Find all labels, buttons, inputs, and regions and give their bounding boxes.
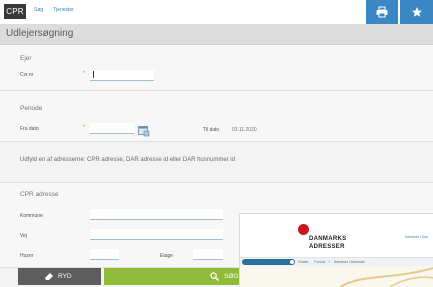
from-date-input[interactable] <box>90 123 134 134</box>
to-date-label: Til dato <box>203 127 220 133</box>
cvr-label: Cvr.nr <box>20 72 34 78</box>
top-bar: CPR Søg Tjenester <box>0 0 433 25</box>
breadcrumb-guider[interactable]: Guider <box>298 260 309 264</box>
favorite-button[interactable] <box>400 0 433 24</box>
eraser-icon <box>45 273 53 280</box>
breadcrumb-current: Adresser i Danmark <box>334 260 365 264</box>
period-section-title: Periode <box>20 105 43 112</box>
clear-button-label: RYD <box>58 273 72 280</box>
husnr-label: Husnr <box>20 253 34 259</box>
addresses-link[interactable]: Adresser i Dan <box>405 235 428 239</box>
nav-link-tjenester[interactable]: Tjenester <box>53 7 74 13</box>
cpr-logo[interactable]: CPR <box>4 4 26 19</box>
etage-label: Etage <box>160 253 174 259</box>
page-title-bar: Udlejersøgning <box>0 24 433 45</box>
page-title: Udlejersøgning <box>6 28 74 39</box>
vej-label: Vej <box>20 233 27 239</box>
required-marker: * <box>83 71 86 77</box>
kommune-label: Kommune <box>20 213 43 219</box>
required-marker: * <box>83 125 86 131</box>
husnr-input[interactable] <box>90 249 119 260</box>
owner-section-title: Ejer <box>20 55 32 62</box>
print-icon <box>376 6 388 18</box>
cpr-address-section-title: CPR adresse <box>20 191 59 198</box>
from-date-label: Fra dato <box>20 126 39 132</box>
kommune-input[interactable] <box>90 209 223 220</box>
brand-line-2: ADRESSER <box>309 244 345 250</box>
to-date-value: 03.11.2020 <box>232 127 257 133</box>
breadcrumb-separator: / <box>329 260 330 264</box>
etage-input[interactable] <box>193 249 223 260</box>
search-button-label: SØG <box>224 273 239 280</box>
address-hint: Udfyld en af adresserne: CPR adresse, DA… <box>20 157 236 163</box>
brand-line-1: DANMARKS <box>309 236 347 242</box>
print-button[interactable] <box>366 0 398 24</box>
search-button[interactable]: SØG <box>104 268 244 285</box>
cvr-input[interactable] <box>90 70 154 81</box>
text-cursor <box>93 71 94 78</box>
vej-input[interactable] <box>90 229 223 240</box>
guide-toggle[interactable] <box>242 259 295 265</box>
breadcrumb-forside[interactable]: Forside <box>314 260 326 264</box>
calendar-button[interactable] <box>138 124 150 137</box>
search-icon <box>210 272 219 281</box>
owner-section: Ejer Cvr.nr * <box>0 45 433 91</box>
period-section: Periode Fra dato * Til dato 03.11.2020 <box>0 91 433 142</box>
map-lines <box>339 267 433 287</box>
clear-button[interactable]: RYD <box>18 268 101 285</box>
star-icon <box>411 7 422 17</box>
calendar-icon <box>138 126 150 137</box>
map-preview <box>240 266 433 287</box>
danmarks-adresser-logo <box>298 224 309 235</box>
nav-link-sog[interactable]: Søg <box>34 7 43 13</box>
danmarks-adresser-overlay: DANMARKS ADRESSER Adresser i Dan Guider … <box>239 213 433 287</box>
